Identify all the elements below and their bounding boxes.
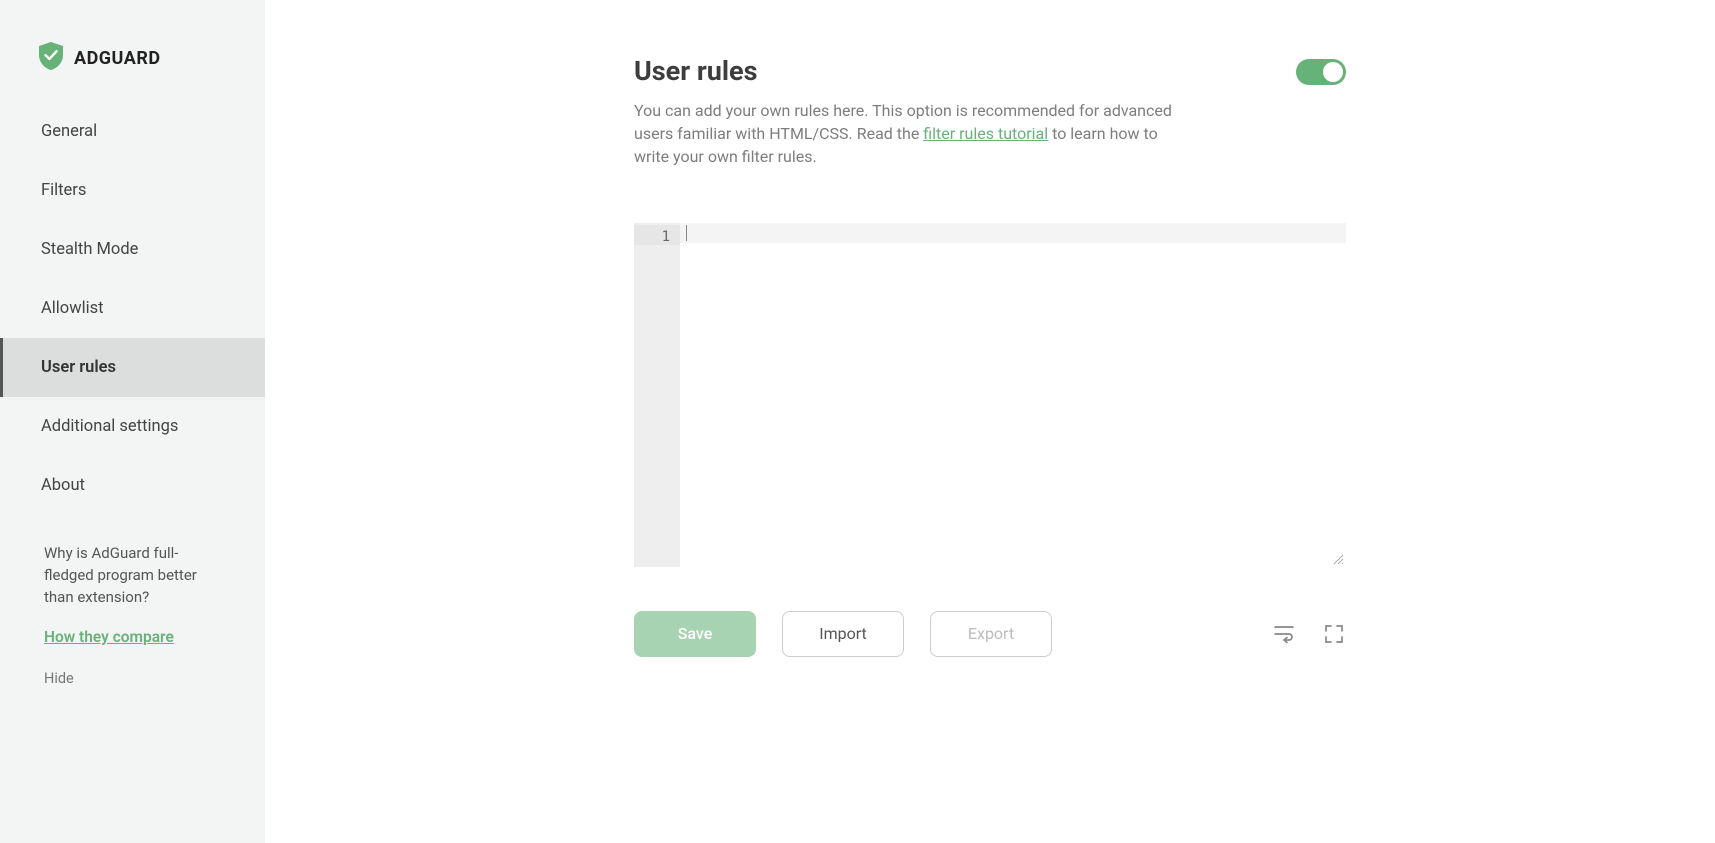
toggle-knob [1323,62,1343,82]
sidebar-item-allowlist[interactable]: Allowlist [0,279,265,338]
editor-body[interactable] [680,223,1346,567]
brand-logo: ADGUARD [0,30,265,102]
sidebar-item-user-rules[interactable]: User rules [0,338,265,397]
sidebar: ADGUARD General Filters Stealth Mode All… [0,0,265,843]
filter-rules-tutorial-link[interactable]: filter rules tutorial [923,124,1048,143]
editor-active-line [680,223,1346,243]
promo-text: Why is AdGuard full-fledged program bett… [0,515,265,618]
sidebar-item-stealth-mode[interactable]: Stealth Mode [0,220,265,279]
compare-link-wrap: How they compare [0,618,265,656]
hide-promo-button[interactable]: Hide [0,656,265,701]
wrap-lines-icon[interactable] [1272,622,1296,646]
sidebar-item-about[interactable]: About [0,456,265,515]
save-button[interactable]: Save [634,611,756,657]
sidebar-item-general[interactable]: General [0,102,265,161]
page-header: User rules You can add your own rules he… [634,55,1346,169]
sidebar-item-additional-settings[interactable]: Additional settings [0,397,265,456]
line-number: 1 [634,225,680,245]
editor-cursor [686,225,687,241]
content-wrap: User rules You can add your own rules he… [634,55,1346,657]
sidebar-nav: General Filters Stealth Mode Allowlist U… [0,102,265,515]
main-content: User rules You can add your own rules he… [265,0,1715,843]
resize-handle-icon[interactable] [1332,553,1344,565]
editor-gutter: 1 [634,223,680,567]
import-button[interactable]: Import [782,611,904,657]
rules-editor: 1 [634,223,1346,567]
fullscreen-icon[interactable] [1322,622,1346,646]
action-bar: Save Import Export [634,611,1346,657]
compare-link[interactable]: How they compare [44,628,174,646]
page-title: User rules [634,55,1194,87]
user-rules-toggle[interactable] [1296,59,1346,85]
brand-name: ADGUARD [74,48,161,69]
sidebar-item-filters[interactable]: Filters [0,161,265,220]
export-button[interactable]: Export [930,611,1052,657]
page-description: You can add your own rules here. This op… [634,99,1194,169]
shield-check-icon [38,42,64,74]
header-text: User rules You can add your own rules he… [634,55,1194,169]
